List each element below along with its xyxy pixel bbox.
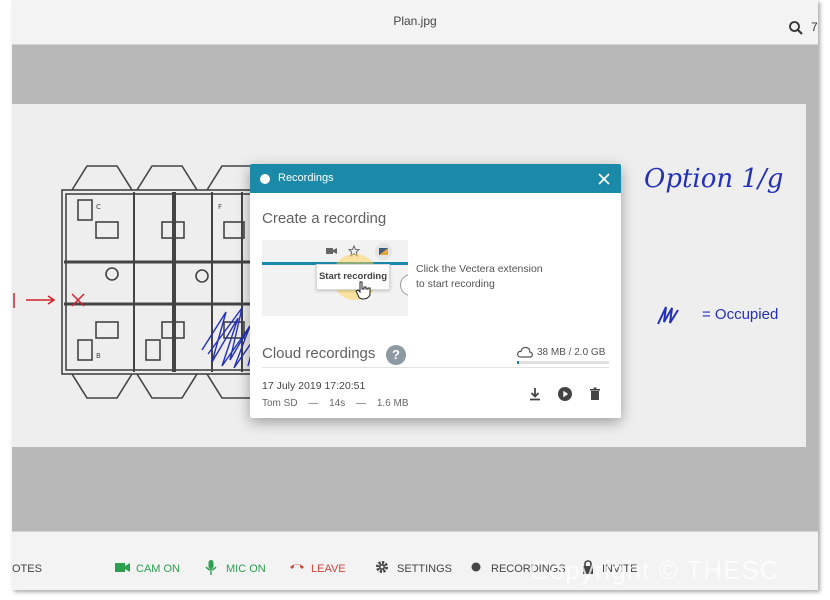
divider	[262, 367, 609, 368]
cloud-recordings-title: Cloud recordings	[262, 345, 376, 362]
create-recording-title: Create a recording	[262, 210, 387, 227]
svg-text:B: B	[96, 352, 101, 360]
leave-label: LEAVE	[311, 563, 346, 575]
hang-up-icon	[290, 564, 304, 569]
file-title: Plan.jpg	[393, 14, 437, 28]
svg-text:F: F	[218, 203, 222, 211]
recording-meta: Tom SD — 14s — 1.6 MB	[262, 398, 417, 409]
gear-icon	[376, 561, 388, 573]
meta-separator: —	[308, 398, 319, 409]
microphone-icon	[205, 560, 217, 575]
recordings-dialog: Recordings Create a recording Start reco…	[250, 164, 621, 418]
extension-demo-image: Start recording ?	[262, 240, 408, 316]
search-icon[interactable]	[788, 20, 804, 36]
hint-line-2: to start recording	[416, 278, 495, 290]
help-icon[interactable]: ?	[386, 345, 406, 365]
annotation-occupied: = Occupied	[702, 306, 779, 323]
svg-text:C: C	[96, 203, 101, 211]
start-recording-tooltip: Start recording	[316, 264, 390, 290]
meta-separator: —	[356, 398, 367, 409]
annotation-option: Option 1/g	[644, 164, 784, 194]
storage-bar	[517, 361, 609, 364]
hint-line-1: Click the Vectera extension	[416, 263, 543, 275]
storage-usage: 38 MB / 2.0 GB	[517, 346, 609, 368]
download-icon[interactable]	[527, 386, 543, 402]
notes-button[interactable]: OTES	[12, 562, 42, 576]
copyright-watermark: Copyright © THESC	[530, 555, 780, 585]
page-indicator: 7	[811, 20, 818, 34]
settings-label: SETTINGS	[397, 563, 453, 575]
trash-icon[interactable]	[587, 386, 603, 402]
occupied-mark-icon	[657, 306, 679, 325]
recording-date: 17 July 2019 17:20:51	[262, 380, 366, 392]
extension-hint: Click the Vectera extension to start rec…	[416, 262, 543, 292]
recording-duration: 14s	[329, 398, 346, 409]
notes-label: OTES	[12, 563, 42, 575]
camera-icon	[326, 248, 337, 254]
play-icon[interactable]	[557, 386, 573, 402]
recording-size: 1.6 MB	[376, 398, 409, 409]
settings-button[interactable]: SETTINGS	[375, 561, 453, 576]
demo-help-bubble: ?	[400, 274, 408, 296]
cam-button[interactable]: CAM ON	[115, 562, 185, 576]
recording-user: Tom SD	[262, 398, 298, 409]
close-icon[interactable]	[597, 172, 611, 186]
extension-icon	[375, 243, 392, 260]
dialog-title: Recordings	[278, 172, 334, 184]
camera-icon	[115, 563, 130, 572]
record-icon	[471, 562, 481, 572]
storage-text: 38 MB / 2.0 GB	[537, 347, 606, 358]
dialog-header: Recordings	[250, 164, 621, 193]
mic-label: MIC ON	[226, 563, 266, 575]
cam-label: CAM ON	[136, 563, 180, 575]
top-bar: Plan.jpg 7	[12, 0, 818, 45]
record-dot-icon	[260, 174, 270, 184]
mic-button[interactable]: MIC ON	[205, 560, 269, 576]
storage-bar-fill	[517, 361, 519, 364]
leave-button[interactable]: LEAVE	[289, 562, 349, 576]
cloud-icon	[517, 346, 533, 358]
hand-cursor-icon	[355, 281, 371, 300]
